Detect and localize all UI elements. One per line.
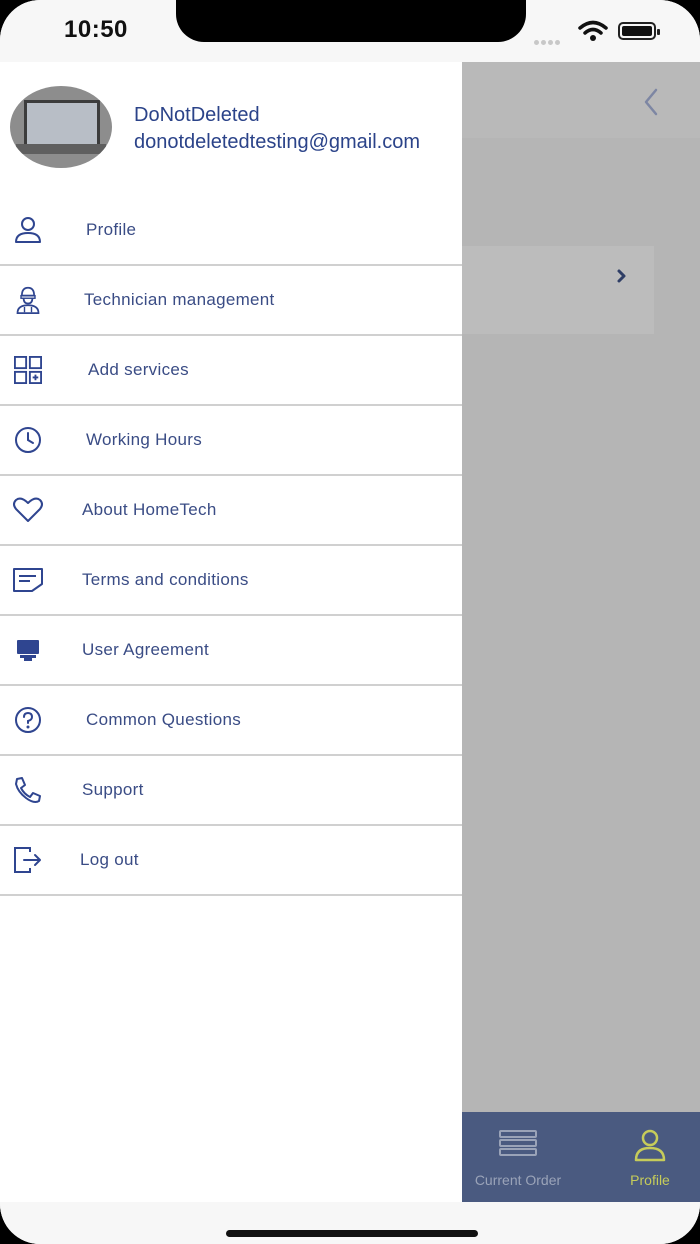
wifi-icon bbox=[578, 20, 608, 41]
menu-item-about-hometech[interactable]: About HomeTech bbox=[0, 476, 462, 546]
background-header bbox=[462, 62, 700, 138]
signal-icon bbox=[534, 32, 568, 45]
menu-item-label: Support bbox=[82, 780, 144, 799]
menu-item-common-questions[interactable]: Common Questions bbox=[0, 686, 462, 756]
tab-label: Current Order bbox=[474, 1172, 562, 1188]
phone-screen: 10:50 Current Order Profile DoNotDeleted… bbox=[0, 0, 700, 1244]
background-card[interactable] bbox=[462, 246, 654, 334]
heart-icon bbox=[13, 497, 43, 522]
background-overlay[interactable] bbox=[462, 62, 700, 1112]
menu-item-label: About HomeTech bbox=[82, 500, 217, 519]
menu-item-label: Common Questions bbox=[86, 710, 242, 729]
menu-item-label: Working Hours bbox=[86, 430, 203, 449]
user-email: donotdeletedtesting@gmail.com bbox=[134, 131, 421, 153]
chevron-right-icon bbox=[617, 269, 626, 283]
menu-item-label: Technician management bbox=[84, 290, 275, 309]
tab-profile[interactable]: Profile bbox=[600, 1112, 700, 1202]
tab-label: Profile bbox=[630, 1172, 670, 1188]
document-icon bbox=[13, 568, 43, 592]
back-chevron-icon[interactable] bbox=[632, 82, 672, 122]
battery-icon bbox=[618, 22, 660, 40]
clock-icon bbox=[15, 427, 41, 453]
tab-current-order[interactable]: Current Order bbox=[462, 1112, 574, 1202]
menu-item-working-hours[interactable]: Working Hours bbox=[0, 406, 462, 476]
monitor-icon bbox=[17, 640, 39, 661]
list-icon bbox=[499, 1130, 537, 1156]
status-time: 10:50 bbox=[64, 16, 128, 43]
menu-item-label: Add services bbox=[88, 360, 189, 379]
menu-item-terms-and-conditions[interactable]: Terms and conditions bbox=[0, 546, 462, 616]
person-icon bbox=[15, 217, 41, 243]
menu-item-log-out[interactable]: Log out bbox=[0, 826, 462, 896]
tab-bar: Current Order Profile bbox=[462, 1112, 700, 1202]
drawer-menu: Profile Technician management Add servic… bbox=[0, 196, 462, 896]
menu-item-technician-management[interactable]: Technician management bbox=[0, 266, 462, 336]
technician-icon bbox=[16, 286, 40, 314]
menu-item-user-agreement[interactable]: User Agreement bbox=[0, 616, 462, 686]
menu-item-support[interactable]: Support bbox=[0, 756, 462, 826]
side-drawer: DoNotDeleted donotdeletedtesting@gmail.c… bbox=[0, 62, 462, 1202]
home-indicator-area bbox=[0, 1202, 700, 1244]
menu-item-label: Terms and conditions bbox=[82, 570, 249, 589]
menu-item-add-services[interactable]: Add services bbox=[0, 336, 462, 406]
home-indicator[interactable] bbox=[226, 1230, 478, 1237]
menu-item-label: Profile bbox=[86, 220, 137, 239]
status-bar: 10:50 bbox=[0, 0, 700, 62]
notch bbox=[176, 0, 526, 42]
menu-item-label: Log out bbox=[80, 850, 139, 869]
avatar[interactable] bbox=[10, 86, 112, 168]
menu-item-label: User Agreement bbox=[82, 640, 210, 659]
logout-icon bbox=[14, 847, 41, 873]
menu-item-profile[interactable]: Profile bbox=[0, 196, 462, 266]
question-icon bbox=[15, 707, 41, 733]
user-name: DoNotDeleted bbox=[134, 104, 260, 126]
person-icon bbox=[634, 1129, 666, 1162]
phone-icon bbox=[15, 777, 41, 803]
grid-add-icon bbox=[13, 356, 42, 384]
